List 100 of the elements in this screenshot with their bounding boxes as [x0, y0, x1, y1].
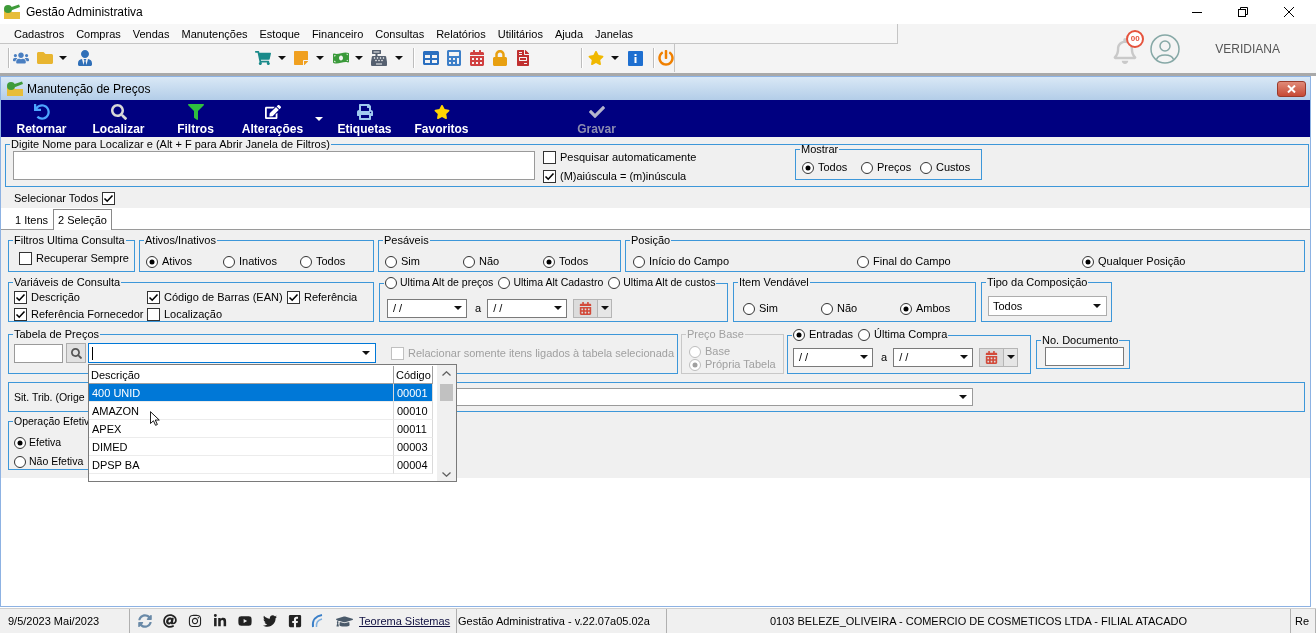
checkbox[interactable]	[147, 291, 160, 304]
calculator-icon[interactable]	[446, 50, 462, 66]
calendar-icon[interactable]	[469, 50, 485, 66]
date-field[interactable]: / /	[387, 298, 467, 318]
caret-icon[interactable]	[316, 56, 324, 60]
caret-icon[interactable]	[314, 117, 323, 121]
report-icon[interactable]	[515, 50, 531, 66]
info-icon[interactable]	[628, 50, 643, 66]
radio-button[interactable]	[14, 436, 26, 449]
date-field[interactable]: / /	[893, 347, 974, 367]
checkbox[interactable]	[14, 308, 27, 321]
menu-item[interactable]: Vendas	[126, 24, 176, 43]
refresh-icon[interactable]	[138, 614, 152, 628]
menu-item[interactable]: Estoque	[253, 24, 306, 43]
code-field[interactable]	[14, 343, 63, 363]
checkbox[interactable]	[287, 291, 300, 304]
print-labels-button[interactable]: Etiquetas	[326, 100, 403, 137]
caret-icon[interactable]	[59, 56, 67, 60]
radio-button[interactable]	[858, 328, 871, 341]
star-icon[interactable]	[588, 50, 604, 66]
radio-button[interactable]	[543, 255, 555, 268]
chevron-down-icon[interactable]	[442, 472, 451, 477]
menu-item[interactable]: Relatórios	[430, 24, 492, 43]
favorites-button[interactable]: Favoritos	[403, 100, 480, 137]
checkbox[interactable]	[14, 291, 27, 304]
radio-button[interactable]	[385, 255, 397, 268]
document-number-field[interactable]	[1045, 347, 1124, 366]
caret-icon[interactable]	[278, 56, 286, 60]
minimize-icon[interactable]	[1192, 11, 1202, 13]
radio-button[interactable]	[633, 255, 645, 268]
caret-icon[interactable]	[611, 56, 619, 60]
people-icon[interactable]	[13, 50, 29, 66]
radio-button[interactable]	[743, 302, 755, 315]
tab[interactable]: 2 Seleção	[53, 209, 112, 230]
close-button[interactable]	[1277, 80, 1306, 97]
radio-button[interactable]	[498, 276, 511, 289]
caret-icon[interactable]	[355, 56, 363, 60]
radio-button[interactable]	[223, 255, 235, 268]
list-row[interactable]: DPSP BA 00004	[89, 456, 433, 474]
list-row[interactable]: 400 UNID 00001	[89, 384, 433, 402]
checkbox[interactable]	[19, 252, 32, 265]
radio-button[interactable]	[1082, 255, 1094, 268]
checkbox[interactable]	[147, 308, 160, 321]
checkbox[interactable]	[102, 191, 116, 205]
filter-button[interactable]: Filtros	[157, 100, 234, 137]
website-link[interactable]: Teorema Sistemas	[359, 615, 451, 627]
caret-icon[interactable]	[395, 56, 403, 60]
youtube-icon[interactable]	[238, 614, 252, 628]
radio-button[interactable]	[861, 161, 873, 174]
close-icon[interactable]	[1284, 7, 1294, 17]
menu-item[interactable]: Manutenções	[175, 24, 254, 43]
menu-item[interactable]: Consultas	[369, 24, 431, 43]
user-icon[interactable]	[77, 50, 93, 66]
cash-register-icon[interactable]	[371, 50, 387, 66]
radio-button[interactable]	[821, 302, 833, 315]
cart-icon[interactable]	[255, 50, 271, 66]
menu-item[interactable]: Janelas	[589, 24, 639, 43]
date-field[interactable]: / /	[487, 298, 568, 318]
radio-button[interactable]	[385, 276, 397, 289]
restore-icon[interactable]	[1238, 7, 1248, 17]
list-row[interactable]: APEX 00011	[89, 420, 433, 438]
search-field[interactable]	[13, 151, 535, 180]
money-icon[interactable]	[333, 50, 349, 66]
scrollbar[interactable]	[437, 365, 456, 481]
radio-button[interactable]	[900, 302, 912, 315]
radio-button[interactable]	[463, 255, 475, 268]
return-button[interactable]: Retornar	[3, 100, 80, 137]
facebook-icon[interactable]	[288, 614, 302, 628]
price-table-select[interactable]	[88, 343, 376, 363]
at-sign-icon[interactable]	[163, 614, 177, 628]
radio-button[interactable]	[802, 161, 814, 174]
radio-button[interactable]	[793, 328, 805, 341]
swoosh-icon[interactable]	[311, 614, 323, 628]
list-row[interactable]: AMAZON 00010	[89, 402, 433, 420]
radio-button[interactable]	[920, 161, 932, 174]
search-button[interactable]	[66, 343, 86, 363]
spreadsheet-icon[interactable]	[423, 50, 439, 66]
radio-button[interactable]	[14, 455, 26, 468]
calendar-button[interactable]	[573, 298, 613, 318]
instagram-icon[interactable]	[188, 614, 202, 628]
twitter-icon[interactable]	[263, 614, 277, 628]
composition-select[interactable]: Todos	[988, 296, 1107, 316]
edit-button[interactable]: Alterações	[234, 100, 311, 137]
checkbox[interactable]	[543, 151, 556, 164]
menu-item[interactable]: Financeiro	[305, 24, 370, 43]
find-button[interactable]: Localizar	[80, 100, 157, 137]
checkbox[interactable]	[543, 170, 556, 183]
linkedin-icon[interactable]	[213, 614, 227, 628]
radio-button[interactable]	[857, 255, 869, 268]
radio-button[interactable]	[300, 255, 312, 268]
radio-button[interactable]	[146, 255, 158, 268]
menu-item[interactable]: Ajuda	[548, 24, 590, 43]
date-field[interactable]: / /	[793, 347, 873, 367]
menu-item[interactable]: Cadastros	[8, 24, 71, 43]
list-row[interactable]: DIMED 00003	[89, 438, 433, 456]
chevron-up-icon[interactable]	[442, 371, 451, 376]
scrollbar-thumb[interactable]	[440, 384, 453, 401]
radio-button[interactable]	[608, 276, 621, 289]
calendar-button[interactable]	[979, 347, 1019, 367]
menu-item[interactable]: Utilitários	[491, 24, 549, 43]
